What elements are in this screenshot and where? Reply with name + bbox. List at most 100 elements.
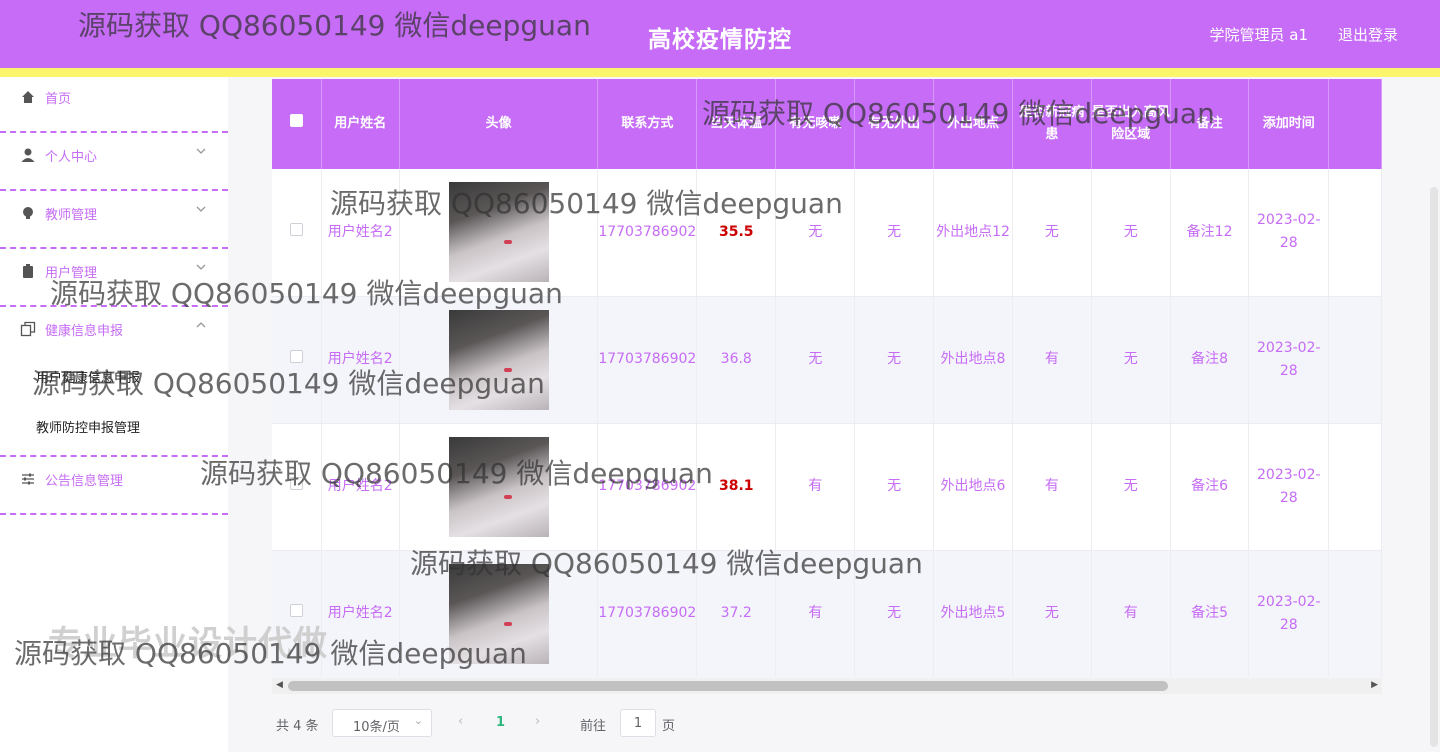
cell-actions: [1328, 550, 1382, 677]
column-header: 是否新冠病患: [1012, 79, 1092, 169]
sidebar-item-personal-center[interactable]: 个人中心: [0, 135, 228, 191]
horizontal-scrollbar[interactable]: ◀ ▶: [272, 678, 1382, 694]
sidebar-item-notice-management[interactable]: 公告信息管理: [0, 459, 228, 515]
row-checkbox-cell[interactable]: [272, 423, 322, 551]
sidebar-item-user-management[interactable]: 用户管理: [0, 251, 228, 307]
cell-went-out: 无: [854, 296, 934, 424]
cell-temperature: 37.2: [696, 550, 777, 677]
select-all-checkbox[interactable]: [289, 114, 303, 127]
cell-avatar: [399, 169, 599, 297]
bulb-icon: [20, 205, 36, 221]
cell-time: 2023-02-28: [1248, 423, 1330, 551]
sidebar: 首页 个人中心 教师管理 用户管理 健康信息申报 用户健康信息申报 教师防控申报…: [0, 77, 228, 752]
row-checkbox[interactable]: [289, 222, 303, 236]
clipboard-icon: [20, 263, 36, 279]
chevron-down-icon: [195, 261, 207, 273]
page-number-current[interactable]: 1: [496, 715, 505, 730]
cell-avatar: [399, 550, 599, 677]
row-checkbox-cell[interactable]: [272, 169, 322, 297]
column-header: 联系方式: [597, 79, 698, 169]
sidebar-item-label: 公告信息管理: [45, 474, 124, 489]
sliders-icon: [20, 471, 36, 487]
chevron-up-icon: [195, 319, 207, 331]
cell-note: 备注5: [1170, 550, 1250, 677]
cell-avatar: [399, 423, 599, 551]
cell-high-risk: 无: [1091, 296, 1171, 424]
scrollbar-thumb[interactable]: [1430, 187, 1438, 747]
cell-place: 外出地点6: [933, 423, 1014, 551]
avatar: [448, 309, 549, 410]
sidebar-subitem-user-health-declaration[interactable]: 用户健康信息申报: [0, 355, 228, 395]
cell-name: 用户姓名2: [321, 423, 400, 551]
cell-high-risk: 有: [1091, 550, 1171, 677]
table-row: 用户姓名2 17703786902 37.2 有无外出地点5 无有备注5 2023-02-…: [272, 550, 1382, 677]
current-user-label: 学院管理员 a1: [1209, 26, 1308, 44]
sidebar-subitem-teacher-declaration[interactable]: 教师防控申报管理: [0, 405, 228, 445]
cell-temperature: 38.1: [696, 423, 777, 551]
header-stripe: [0, 68, 1440, 77]
sidebar-item-teacher-management[interactable]: 教师管理: [0, 193, 228, 249]
cell-covid: 无: [1012, 169, 1092, 297]
row-checkbox[interactable]: [289, 350, 303, 363]
column-header: 当天体温: [696, 79, 777, 169]
vertical-scrollbar[interactable]: [1428, 77, 1440, 752]
prev-page-button[interactable]: ‹: [458, 714, 463, 729]
cell-place: 外出地点12: [933, 169, 1014, 297]
cell-temperature: 35.5: [696, 169, 777, 297]
goto-unit-label: 页: [662, 719, 676, 734]
copy-icon: [20, 321, 36, 337]
row-checkbox[interactable]: [289, 604, 303, 617]
avatar: [448, 436, 549, 537]
cell-covid: 有: [1012, 423, 1092, 551]
cell-name: 用户姓名2: [321, 169, 400, 297]
cell-went-out: 无: [854, 550, 934, 677]
column-header: 用户姓名: [321, 79, 400, 169]
row-checkbox-cell[interactable]: [272, 550, 322, 677]
cell-cough: 无: [775, 296, 856, 424]
total-count: 共 4 条: [276, 719, 319, 734]
table-row: 用户姓名2 17703786902 36.8 无无外出地点8 有无备注8 2023-02-…: [272, 296, 1382, 424]
cell-temperature: 36.8: [696, 296, 777, 424]
cell-name: 用户姓名2: [321, 296, 400, 424]
cell-place: 外出地点8: [933, 296, 1014, 424]
data-table: 用户姓名 头像 联系方式 当天体温 有无咳嗽 有无外出 外出地点 是否新冠病患 …: [272, 79, 1382, 677]
cell-time: 2023-02-28: [1248, 550, 1330, 677]
user-icon: [20, 147, 36, 163]
cell-cough: 无: [775, 169, 856, 297]
cell-went-out: 无: [854, 169, 934, 297]
chevron-down-icon: [195, 145, 207, 157]
home-icon: [20, 89, 36, 105]
chevron-down-icon: [195, 203, 207, 215]
column-header: 有无外出: [854, 79, 934, 169]
cell-time: 2023-02-28: [1248, 169, 1330, 297]
sidebar-item-health-declaration[interactable]: 健康信息申报 用户健康信息申报 教师防控申报管理: [0, 309, 228, 457]
cell-actions: [1328, 423, 1382, 551]
select-all-checkbox-cell[interactable]: [272, 79, 322, 169]
top-header: 高校疫情防控 学院管理员 a1 退出登录: [0, 0, 1440, 68]
page-size-select[interactable]: 10条/页 ⌄: [332, 709, 432, 737]
cell-phone: 17703786902: [597, 296, 698, 424]
cell-phone: 17703786902: [597, 169, 698, 297]
row-checkbox[interactable]: [289, 477, 303, 490]
cell-cough: 有: [775, 550, 856, 677]
column-header: 添加时间: [1248, 79, 1330, 169]
page-size-value: 10条/页: [353, 720, 400, 735]
scrollbar-thumb[interactable]: [288, 681, 1168, 691]
table-row: 用户姓名2 17703786902 35.5 无无外出地点12 无无备注12 2023-0…: [272, 169, 1382, 297]
cell-actions: [1328, 296, 1382, 424]
sidebar-subitem-label: 教师防控申报管理: [36, 421, 141, 436]
cell-note: 备注12: [1170, 169, 1250, 297]
cell-time: 2023-02-28: [1248, 296, 1330, 424]
cell-avatar: [399, 296, 599, 424]
goto-page-input[interactable]: [620, 709, 656, 737]
row-checkbox-cell[interactable]: [272, 296, 322, 424]
sidebar-item-home[interactable]: 首页: [0, 77, 228, 133]
scroll-right-icon[interactable]: ▶: [1371, 680, 1378, 690]
scroll-left-icon[interactable]: ◀: [276, 680, 283, 690]
cell-name: 用户姓名2: [321, 550, 400, 677]
sidebar-subitem-label: 用户健康信息申报: [36, 371, 141, 386]
sidebar-item-label: 首页: [45, 92, 72, 107]
logout-link[interactable]: 退出登录: [1338, 24, 1398, 45]
avatar: [448, 563, 549, 664]
next-page-button[interactable]: ›: [535, 714, 540, 729]
